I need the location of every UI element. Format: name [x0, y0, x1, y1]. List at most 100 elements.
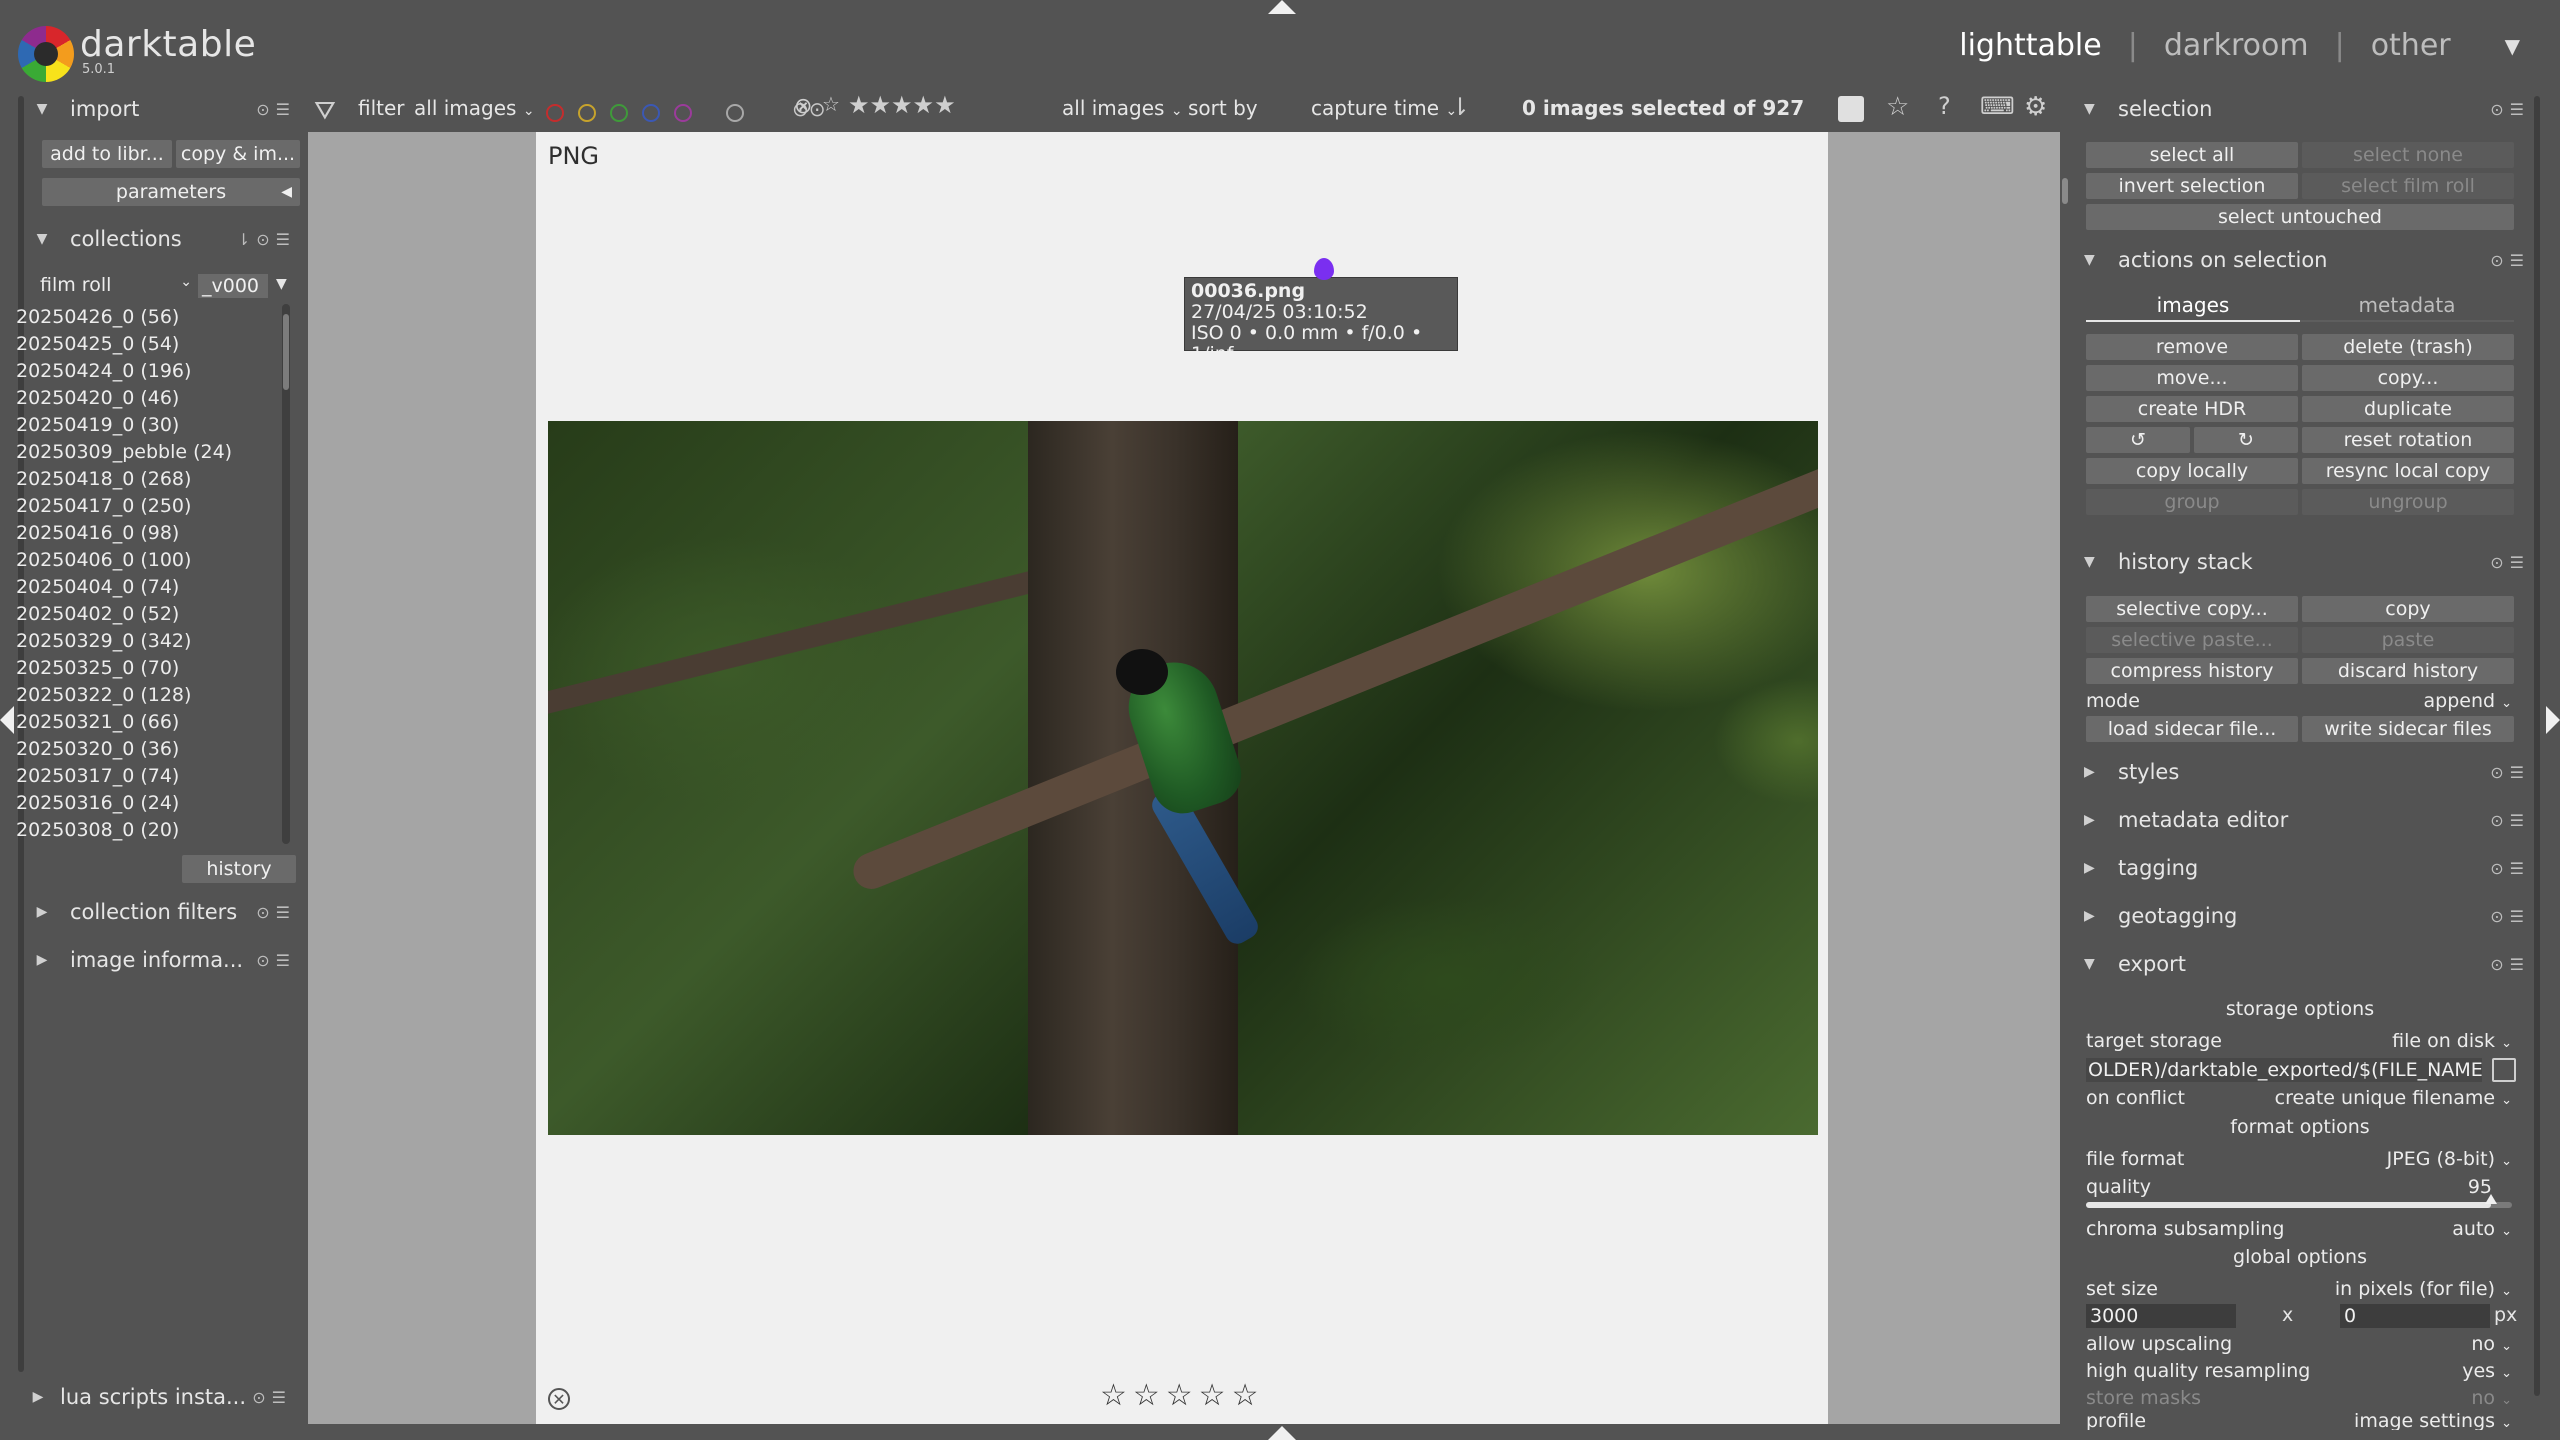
history-button[interactable]: history — [182, 855, 296, 883]
star-overlay-icon[interactable]: ☆ — [1886, 92, 1909, 122]
add-to-library-button[interactable]: add to libr... — [42, 140, 172, 168]
selective-copy-button[interactable]: selective copy... — [2086, 596, 2298, 622]
remove-button[interactable]: remove — [2086, 334, 2298, 360]
reject-icon[interactable]: ✕ — [548, 1388, 570, 1410]
collapse-right-panel-arrow-icon[interactable] — [2546, 706, 2560, 734]
resync-local-copy-button[interactable]: resync local copy — [2302, 458, 2514, 484]
copy-locally-button[interactable]: copy locally — [2086, 458, 2298, 484]
copy-button[interactable]: copy... — [2302, 365, 2514, 391]
color-label-gray-icon[interactable] — [726, 99, 758, 123]
collection-filters-module-header[interactable]: ▶ collection filters ⊙☰ — [28, 895, 304, 929]
collapse-bottom-panel-arrow-icon[interactable] — [1268, 1426, 1296, 1440]
parameters-button[interactable]: parameters ◀ — [42, 178, 300, 206]
hq-resampling-dropdown[interactable]: high quality resampling yes ⌄ — [2086, 1358, 2512, 1384]
rating-stars-filter[interactable]: ★★★★★ — [848, 91, 956, 119]
film-roll-item[interactable]: 20250322_0 (128) — [16, 682, 278, 709]
lua-scripts-module-header[interactable]: ▶ lua scripts insta... ⊙☰ — [24, 1380, 300, 1414]
reject-filter-icon[interactable]: ⊗ — [794, 94, 812, 119]
film-roll-item[interactable]: 20250329_0 (342) — [16, 628, 278, 655]
export-module-header[interactable]: ▼ export ⊙☰ — [2084, 947, 2540, 981]
module-options-icons[interactable]: ⊙☰ — [2490, 859, 2530, 878]
right-panel-scroll-thumb[interactable] — [2062, 178, 2068, 204]
actions-on-selection-module-header[interactable]: ▼ actions on selection ⊙☰ — [2084, 243, 2540, 277]
color-label-0-icon[interactable] — [546, 103, 564, 122]
create-hdr-button[interactable]: create HDR — [2086, 396, 2298, 422]
color-label-3-icon[interactable] — [642, 103, 660, 122]
view-darkroom[interactable]: darkroom — [2164, 28, 2309, 63]
film-roll-item[interactable]: 20250416_0 (98) — [16, 520, 278, 547]
module-options-icons[interactable]: ⊙☰ — [2490, 100, 2530, 119]
sort-order-icon[interactable]: ⇂ — [1450, 93, 1470, 121]
set-size-dropdown[interactable]: set size in pixels (for file) ⌄ — [2086, 1276, 2512, 1302]
film-roll-item[interactable]: 20250417_0 (250) — [16, 493, 278, 520]
rule-options-icon[interactable]: ▼ — [276, 276, 287, 292]
film-roll-item[interactable]: 20250420_0 (46) — [16, 385, 278, 412]
chevron-down-icon[interactable]: ▼ — [2505, 34, 2520, 58]
import-module-header[interactable]: ▼ import ⊙☰ — [28, 92, 304, 126]
select-untouched-button[interactable]: select untouched — [2086, 204, 2514, 230]
folder-icon[interactable] — [2492, 1058, 2516, 1082]
geotagging-module-header[interactable]: ▶ geotagging ⊙☰ — [2084, 899, 2540, 933]
module-options-icons[interactable]: ⊙☰ — [2490, 553, 2530, 572]
tagging-module-header[interactable]: ▶ tagging ⊙☰ — [2084, 851, 2540, 885]
collections-module-header[interactable]: ▼ collections ⇂⊙☰ — [28, 222, 304, 256]
film-roll-item[interactable]: 20250320_0 (36) — [16, 736, 278, 763]
file-format-dropdown[interactable]: file format JPEG (8-bit) ⌄ — [2086, 1146, 2512, 1172]
on-conflict-dropdown[interactable]: on conflict create unique filename ⌄ — [2086, 1085, 2512, 1111]
module-options-icons[interactable]: ⊙☰ — [256, 100, 296, 119]
color-label-filter[interactable] — [546, 99, 706, 123]
compress-history-button[interactable]: compress history — [2086, 658, 2298, 684]
film-roll-item[interactable]: 20250309_pebble (24) — [16, 439, 278, 466]
film-list-scrollbar[interactable] — [282, 304, 290, 844]
select-none-button[interactable]: select none — [2302, 142, 2514, 168]
not-rated-filter-icon[interactable]: ☆ — [822, 92, 840, 116]
help-icon[interactable]: ? — [1938, 92, 1951, 120]
collapse-left-panel-arrow-icon[interactable] — [0, 706, 14, 734]
rotate-ccw-button[interactable]: ↺ — [2086, 427, 2190, 453]
keyboard-shortcuts-icon[interactable]: ⌨ — [1980, 92, 2015, 120]
select-film-roll-button[interactable]: select film roll — [2302, 173, 2514, 199]
film-roll-item[interactable]: 20250404_0 (74) — [16, 574, 278, 601]
reset-rotation-button[interactable]: reset rotation — [2302, 427, 2514, 453]
filter-dropdown[interactable]: all images ⌄ — [414, 96, 535, 120]
film-roll-item[interactable]: 20250418_0 (268) — [16, 466, 278, 493]
selective-paste-button[interactable]: selective paste... — [2086, 627, 2298, 653]
paste-button[interactable]: paste — [2302, 627, 2514, 653]
export-path-input[interactable]: OLDER)/darktable_exported/$(FILE_NAME) — [2086, 1058, 2482, 1082]
color-label-2-icon[interactable] — [610, 103, 628, 122]
thumbnail-rating-stars[interactable]: ☆☆☆☆☆ — [1100, 1378, 1264, 1413]
history-copy-button[interactable]: copy — [2302, 596, 2514, 622]
module-options-icons[interactable]: ⊙☰ — [2490, 763, 2530, 782]
filter-funnel-icon[interactable]: ⛛ — [314, 96, 336, 127]
history-stack-module-header[interactable]: ▼ history stack ⊙☰ — [2084, 545, 2540, 579]
thumbnail-image[interactable] — [548, 421, 1818, 1135]
film-roll-item[interactable]: 20250317_0 (74) — [16, 763, 278, 790]
allow-upscaling-dropdown[interactable]: allow upscaling no ⌄ — [2086, 1331, 2512, 1357]
film-roll-item[interactable]: 20250406_0 (100) — [16, 547, 278, 574]
copy-and-import-button[interactable]: copy & im... — [176, 140, 300, 168]
color-label-1-icon[interactable] — [578, 103, 596, 122]
module-options-icons[interactable]: ⊙☰ — [2490, 811, 2530, 830]
ungroup-button[interactable]: ungroup — [2302, 489, 2514, 515]
film-roll-item[interactable]: 20250424_0 (196) — [16, 358, 278, 385]
module-options-icons[interactable]: ⊙☰ — [252, 1388, 292, 1407]
group-button[interactable]: group — [2086, 489, 2298, 515]
collection-property-dropdown[interactable]: film roll ⌄ — [40, 274, 192, 300]
module-options-icons[interactable]: ⊙☰ — [256, 903, 296, 922]
invert-selection-button[interactable]: invert selection — [2086, 173, 2298, 199]
discard-history-button[interactable]: discard history — [2302, 658, 2514, 684]
rotate-cw-button[interactable]: ↻ — [2194, 427, 2298, 453]
overlays-icon[interactable] — [1838, 96, 1864, 122]
profile-dropdown[interactable]: profile image settings ⌄ — [2086, 1412, 2512, 1430]
duplicate-button[interactable]: duplicate — [2302, 396, 2514, 422]
module-options-icons[interactable]: ⇂⊙☰ — [237, 230, 296, 249]
selection-module-header[interactable]: ▼ selection ⊙☰ — [2084, 92, 2540, 126]
module-options-icons[interactable]: ⊙☰ — [2490, 955, 2530, 974]
styles-module-header[interactable]: ▶ styles ⊙☰ — [2084, 755, 2540, 789]
height-input[interactable]: 0 — [2340, 1304, 2490, 1328]
tab-metadata[interactable]: metadata — [2300, 290, 2514, 322]
color-label-4-icon[interactable] — [674, 103, 692, 122]
film-roll-item[interactable]: 20250325_0 (70) — [16, 655, 278, 682]
write-sidecar-button[interactable]: write sidecar files — [2302, 716, 2514, 742]
collapse-top-panel-arrow-icon[interactable] — [1268, 0, 1296, 14]
